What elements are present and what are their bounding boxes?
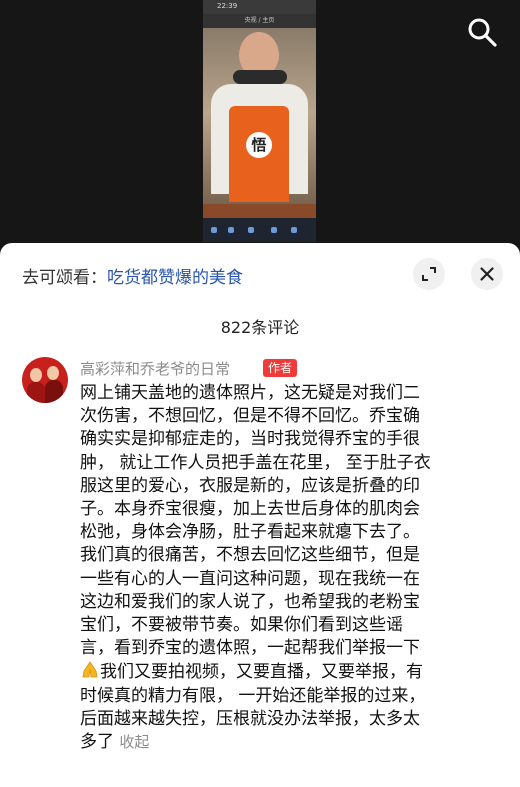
comment-text: 网上铺天盖地的遗体照片，这无疑是对我们二 次伤害，不想回忆，但是不得不回忆。乔宝…	[80, 382, 498, 754]
watch-prefix: 去可颂看：	[22, 268, 107, 288]
watch-link[interactable]: 吃货都赞爆的美食	[107, 268, 243, 288]
control-icon	[248, 227, 254, 233]
control-icon	[228, 227, 234, 233]
close-icon	[480, 267, 494, 281]
comment-line: 次伤害，不想回忆，但是不得不回忆。乔宝确	[80, 406, 420, 427]
comment-line-with-emoji: 我们又要拍视频，又要直播，又要举报，有	[80, 660, 498, 684]
comment-line: 后面越来越失控，压根就没办法举报，太多太	[80, 708, 420, 729]
comment-line: 言，看到乔宝的遗体照，一起帮我们举报一下	[80, 638, 420, 659]
comment-line: 子。本身乔宝很瘦，加上去世后身体的肌肉会	[80, 499, 420, 520]
comment-line: 多了	[80, 732, 114, 753]
comment-line: 宝们，不要被带节奏。如果你们看到这些谣	[80, 615, 403, 636]
close-button[interactable]	[471, 258, 503, 290]
comment-line: 确实实是抑郁症走的，当时我觉得乔宝的手很	[80, 429, 420, 450]
author-badge: 作者	[263, 359, 298, 377]
collapse-link[interactable]: 收起	[119, 733, 149, 751]
comment-line: 时候真的精力有限， 一开始还能举报的过来，	[80, 685, 426, 706]
phone-title: 央视 / 主页	[244, 17, 275, 24]
phone-time: 22:39	[217, 2, 238, 10]
phone-controls	[203, 218, 316, 242]
apron-logo: 悟	[246, 132, 272, 158]
author-name[interactable]: 高彩萍和乔老爷的日常	[80, 358, 230, 379]
video-scene: 悟	[203, 28, 316, 242]
expand-button[interactable]	[413, 258, 445, 290]
comment-line: 松弛，身体会净肠，肚子看起来就瘪下去了。	[80, 522, 420, 543]
pray-hands-icon	[82, 661, 98, 678]
comment-last-line: 多了 收起	[80, 731, 498, 754]
video-player[interactable]: 22:39 央视 / 主页 悟	[0, 0, 520, 250]
control-icon	[291, 227, 297, 233]
control-icon	[211, 227, 217, 233]
comment-count: 822条评论	[220, 318, 300, 337]
comment-line: 服这里的爱心，衣服是新的，应该是折叠的印	[80, 475, 420, 496]
search-icon[interactable]	[466, 16, 498, 48]
phone-status-bar: 22:39	[203, 0, 316, 14]
video-frame: 22:39 央视 / 主页 悟	[203, 0, 316, 242]
comment-sheet: 去可颂看：吃货都赞爆的美食 822条评论 高彩萍和乔老爷的日常 作者 网上铺天盖…	[0, 243, 520, 787]
control-icon	[271, 227, 277, 233]
watch-suggestion: 去可颂看：吃货都赞爆的美食	[22, 263, 243, 288]
avatar[interactable]	[22, 357, 68, 403]
person-hands	[233, 70, 287, 84]
comment-line: 这边和爱我们的家人说了，也希望我的老粉宝	[80, 591, 420, 612]
comment-line: 一些有心的人一直问这种问题，现在我统一在	[80, 568, 420, 589]
comment-line: 我们又要拍视频，又要直播，又要举报，有	[100, 662, 423, 683]
comment-line: 我们真的很痛苦，不想去回忆这些细节，但是	[80, 545, 420, 566]
comment-line: 网上铺天盖地的遗体照片，这无疑是对我们二	[80, 383, 420, 403]
comment-line: 肿， 就让工作人员把手盖在花里， 至于肚子衣	[80, 452, 431, 473]
expand-icon	[422, 267, 436, 281]
